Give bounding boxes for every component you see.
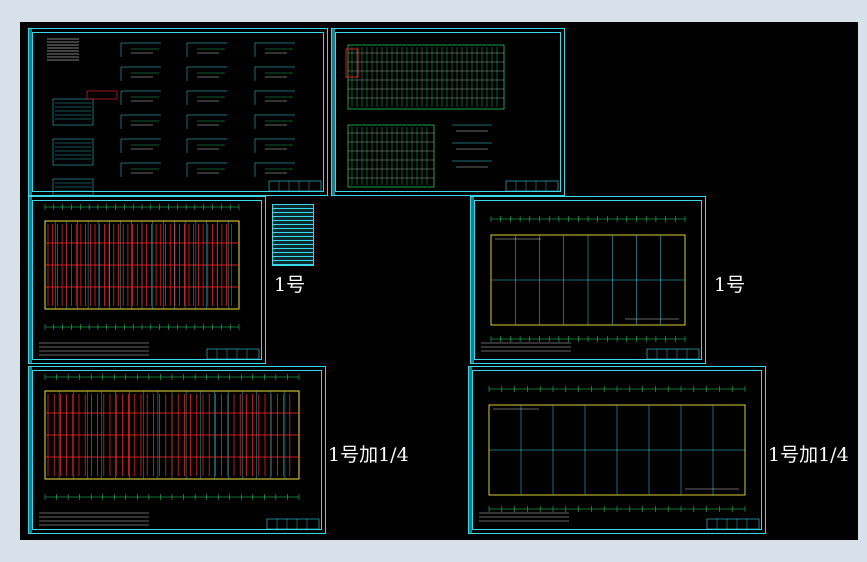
floor-plan-drawing [479,386,760,530]
sheet-notes-schedules[interactable] [28,28,328,197]
sheet-system-tables[interactable] [331,28,565,196]
sheet-floor-plan-cyan-2[interactable] [468,366,766,534]
floor-plan-drawing [481,216,700,360]
floor-plan-drawing [39,374,320,530]
cad-drawing-canvas[interactable]: 1号 1号 1号加1/4 1号加1/4 [20,22,858,540]
legend-table [272,204,314,266]
sheet-floor-plan-red-1[interactable] [28,196,266,364]
plan-label-4: 1号加1/4 [768,444,849,466]
plan-label-2: 1号 [714,274,746,296]
notes-content [47,38,322,197]
sheet-floor-plan-cyan-1[interactable] [470,196,706,364]
floor-plan-drawing [39,204,260,360]
tables-content [345,44,559,192]
plan-label-1: 1号 [274,274,306,296]
plan-label-3: 1号加1/4 [328,444,409,466]
sheet-floor-plan-red-2[interactable] [28,366,326,534]
